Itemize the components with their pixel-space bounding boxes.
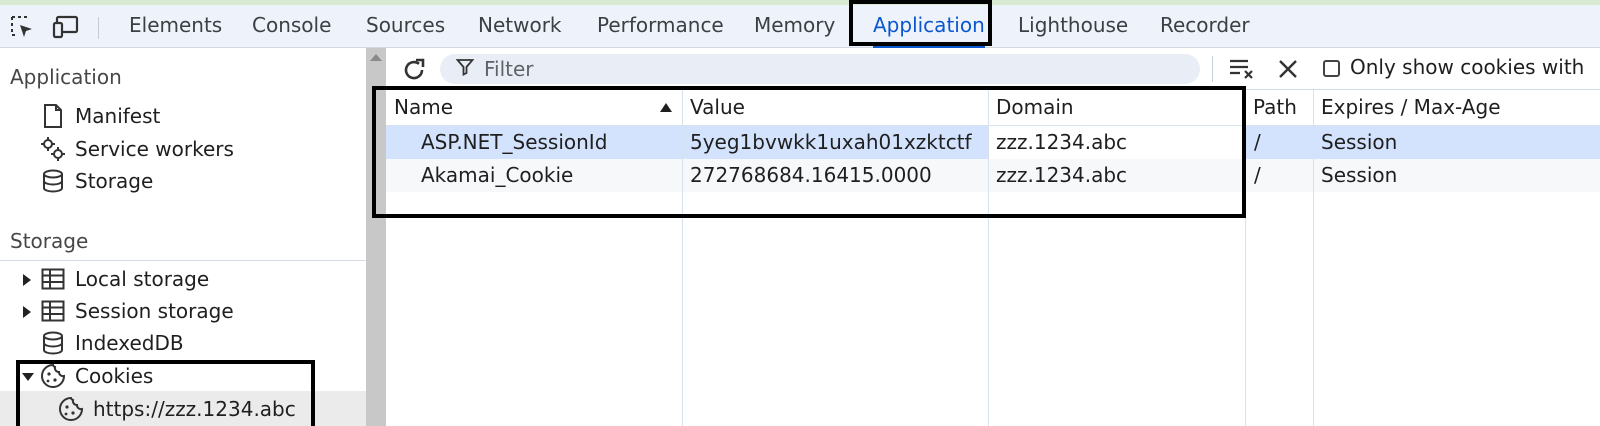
sidebar-item-label: Manifest [75, 104, 161, 128]
column-divider[interactable] [1245, 90, 1246, 426]
database-icon [40, 168, 66, 194]
filter-box[interactable] [440, 54, 1200, 84]
cookies-toolbar: Only show cookies with [386, 48, 1600, 90]
column-header-name[interactable]: Name [386, 90, 682, 126]
sort-ascending-icon [660, 103, 672, 112]
cell-name[interactable]: ASP.NET_SessionId [386, 126, 682, 159]
sidebar-item-label: IndexedDB [75, 331, 184, 355]
refresh-icon[interactable] [400, 56, 428, 84]
tab-bar-separator [98, 17, 99, 39]
clear-filtered-cookies-icon[interactable] [1228, 56, 1256, 82]
sidebar-item-label: Local storage [75, 267, 210, 291]
sidebar-item-cookies[interactable]: Cookies [40, 360, 153, 392]
table-icon [40, 266, 66, 292]
gears-icon [40, 136, 66, 162]
sidebar-item-label: Session storage [75, 299, 234, 323]
inspect-element-icon[interactable] [8, 13, 36, 41]
sidebar-item-cookie-origin[interactable]: https://zzz.1234.abc [58, 393, 296, 425]
sidebar-item-label: https://zzz.1234.abc [93, 397, 296, 421]
tab-lighthouse[interactable]: Lighthouse [1018, 5, 1128, 48]
device-toolbar-icon[interactable] [52, 13, 80, 41]
expand-arrow-session-storage[interactable] [23, 306, 31, 318]
table-icon [40, 298, 66, 324]
devtools-window: Elements Console Sources Network Perform… [0, 0, 1600, 426]
sidebar-item-service-workers[interactable]: Service workers [40, 133, 234, 165]
column-divider[interactable] [682, 90, 683, 426]
sidebar-item-indexeddb[interactable]: IndexedDB [40, 327, 184, 359]
column-header-value[interactable]: Value [682, 90, 988, 126]
filter-icon [455, 57, 475, 81]
cell-value[interactable]: 272768684.16415.0000 [683, 159, 988, 192]
document-icon [40, 103, 66, 129]
cell-path[interactable]: / [1246, 159, 1313, 192]
cookie-icon [58, 396, 84, 422]
sidebar-divider [0, 260, 366, 261]
sidebar-item-storage[interactable]: Storage [40, 165, 153, 197]
scroll-up-arrow-icon[interactable] [370, 54, 382, 61]
column-header-domain[interactable]: Domain [988, 90, 1245, 126]
close-icon[interactable] [1276, 57, 1300, 81]
tab-application[interactable]: Application [873, 5, 985, 48]
column-divider[interactable] [988, 90, 989, 426]
column-header-path[interactable]: Path [1245, 90, 1313, 126]
sidebar-item-session-storage[interactable]: Session storage [40, 295, 234, 327]
cell-value[interactable]: 5yeg1bvwkk1uxah01xzktctf [683, 126, 988, 159]
sidebar-heading-storage: Storage [10, 229, 89, 253]
cell-domain[interactable]: zzz.1234.abc [989, 159, 1245, 192]
sidebar-item-label: Service workers [75, 137, 234, 161]
tab-sources[interactable]: Sources [366, 5, 445, 48]
sidebar-item-label: Storage [75, 169, 154, 193]
cell-domain[interactable]: zzz.1234.abc [989, 126, 1245, 159]
column-header-expires[interactable]: Expires / Max-Age [1313, 90, 1600, 126]
sidebar-item-local-storage[interactable]: Local storage [40, 263, 209, 295]
application-sidebar: Application Manifest Service workers Sto… [0, 48, 366, 426]
cell-name[interactable]: Akamai_Cookie [386, 159, 682, 192]
tab-console[interactable]: Console [252, 5, 331, 48]
tab-network[interactable]: Network [478, 5, 562, 48]
expand-arrow-local-storage[interactable] [23, 274, 31, 286]
tab-recorder[interactable]: Recorder [1160, 5, 1250, 48]
database-icon [40, 330, 66, 356]
tab-memory[interactable]: Memory [754, 5, 835, 48]
sidebar-item-label: Cookies [75, 364, 154, 388]
sidebar-item-manifest[interactable]: Manifest [40, 100, 160, 132]
cookies-table: ASP.NET_SessionId 5yeg1bvwkk1uxah01xzktc… [386, 90, 1600, 426]
cell-expires[interactable]: Session [1314, 159, 1600, 192]
toolbar-separator [1212, 56, 1213, 82]
cell-expires[interactable]: Session [1314, 126, 1600, 159]
only-show-issues-checkbox[interactable] [1323, 60, 1340, 77]
sidebar-scrollbar[interactable] [366, 48, 386, 426]
tab-elements[interactable]: Elements [129, 5, 222, 48]
tab-performance[interactable]: Performance [597, 5, 724, 48]
collapse-arrow-cookies[interactable] [22, 373, 34, 381]
devtools-tab-bar: Elements Console Sources Network Perform… [0, 5, 1600, 48]
filter-input[interactable] [484, 57, 1184, 81]
cell-path[interactable]: / [1246, 126, 1313, 159]
sidebar-heading-application: Application [10, 65, 122, 89]
cookie-icon [40, 363, 66, 389]
cookies-panel: Only show cookies with ASP.NET_SessionId… [386, 48, 1600, 426]
column-divider[interactable] [1313, 90, 1314, 426]
only-show-issues-label: Only show cookies with [1350, 55, 1585, 79]
